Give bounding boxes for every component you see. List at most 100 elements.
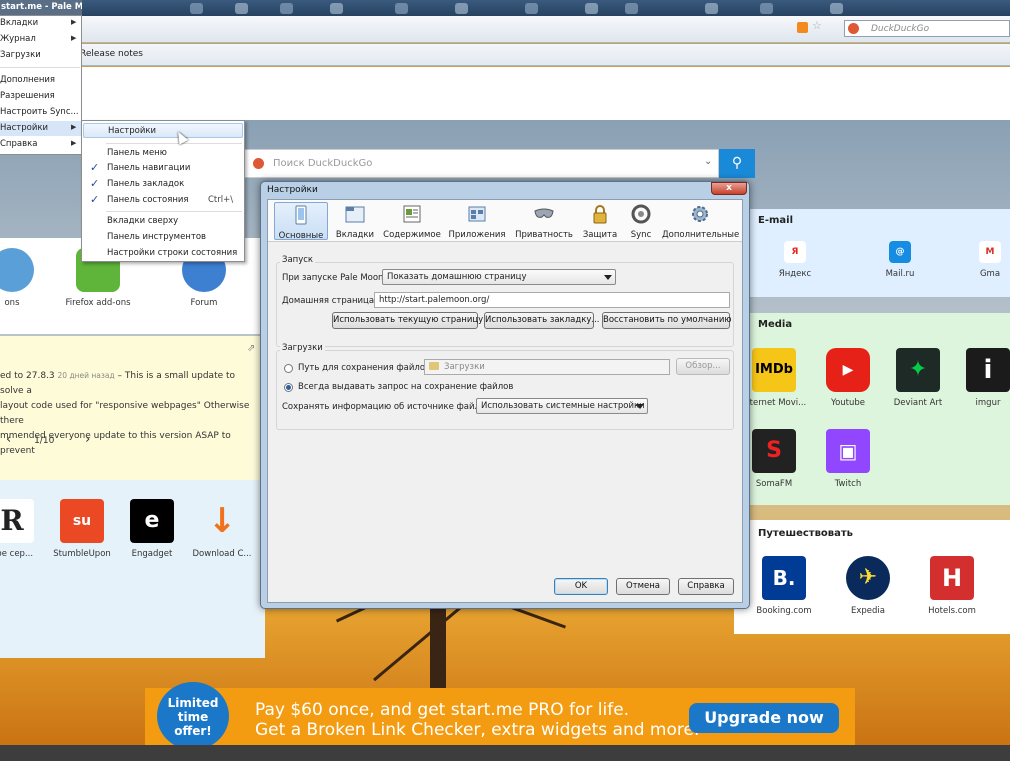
tabs-icon [345,206,365,223]
tile-mailru[interactable]: @ Mail.ru [858,241,942,279]
help-button[interactable]: Справка [678,578,734,595]
duckduckgo-icon [848,23,859,34]
source-info-select[interactable]: Использовать системные настройки [476,398,648,414]
tab-sync[interactable]: Sync [624,202,658,240]
tab-security[interactable]: Защита [580,202,620,240]
tile-yandex[interactable]: Я Яндекс [753,241,837,279]
checkmark-icon: ✓ [90,177,100,190]
chevron-down-icon[interactable]: ⌄ [704,156,712,167]
hotels-icon: H [930,556,974,600]
media-panel: Media IMDb Internet Movi... ▶ Youtube ✦ … [734,313,1010,505]
save-to-path: Загрузки [424,359,670,375]
submenu-item-toolbar-panel[interactable]: Панель инструментов [82,230,244,245]
cancel-button[interactable]: Отмена [616,578,670,595]
site-logo-icon: R [0,499,34,543]
save-to-radio[interactable] [284,364,293,373]
promo-banner[interactable]: Limited time offer! Pay $60 once, and ge… [145,682,855,750]
tab-privacy[interactable]: Приватность [512,202,576,240]
menu-item-downloads[interactable]: Загрузки [0,48,82,63]
prev-page-button[interactable]: ‹ [6,432,11,447]
browse-button[interactable]: Обзор... [676,358,730,375]
tile-ons[interactable]: ons [0,248,54,308]
submenu-item-settings[interactable]: Настройки [83,123,243,138]
taskbar [0,745,1010,761]
tab-tabs[interactable]: Вкладки [332,202,378,240]
bookmark-star-icon[interactable]: ☆ [812,19,822,32]
tab-advanced[interactable]: Дополнительные [662,202,739,240]
globe-icon [0,248,34,292]
menu-item-help[interactable]: Справка ▶ [0,137,82,152]
home-page-input[interactable]: http://start.palemoon.org/ [374,292,730,308]
dialog-title: Настройки [267,185,318,195]
tab-icon[interactable] [625,3,638,14]
tab-icon[interactable] [585,3,598,14]
tile-gmail[interactable]: M Gma [960,241,1010,279]
submenu-arrow-icon: ▶ [71,123,77,131]
youtube-icon: ▶ [826,348,870,392]
stumbleupon-icon: su [60,499,104,543]
submenu-item-nav-bar[interactable]: ✓ Панель навигации [82,161,244,176]
tab-content[interactable]: Содержимое [382,202,442,240]
tile-download[interactable]: ↓ Download C... [180,499,264,559]
submenu-item-tabs-on-top[interactable]: Вкладки сверху [82,214,244,229]
news-title[interactable]: ed to 27.8.3 [0,371,55,381]
applications-icon [468,206,486,222]
page-indicator: 1/10 [34,436,55,446]
mailru-icon: @ [889,241,911,263]
menu-item-settings[interactable]: Настройки ▶ [0,121,82,136]
search-button[interactable]: ⚲ [719,149,755,178]
tile-expedia[interactable]: ✈ Expedia [826,556,910,616]
bookmark-release-notes[interactable]: Release notes [80,49,143,59]
next-page-button[interactable]: › [85,432,90,447]
tab-icon[interactable] [525,3,538,14]
submenu-arrow-icon: ▶ [71,18,77,26]
startme-search-input[interactable]: Поиск DuckDuckGo ⌄ [244,149,719,178]
tab-applications[interactable]: Приложения [446,202,508,240]
tab-icon[interactable] [330,3,343,14]
when-starts-select[interactable]: Показать домашнюю страницу [382,269,616,285]
submenu-item-status-bar[interactable]: ✓ Панель состояния Ctrl+\ [82,193,244,208]
window-title: start.me - Pale Moon [0,0,82,15]
deviantart-icon: ✦ [896,348,940,392]
use-current-page-button[interactable]: Использовать текущую страницу [332,312,483,329]
expedia-icon: ✈ [846,556,890,600]
folder-icon [429,362,439,370]
close-button[interactable]: x [711,182,747,195]
web-search-box[interactable]: DuckDuckGo [844,20,1010,37]
home-page-label: Домашняя страница: [282,296,377,306]
tile-twitch[interactable]: ▣ Twitch [806,429,890,489]
submenu-item-menu-bar[interactable]: Панель меню [82,146,244,161]
submenu-item-bookmarks-bar[interactable]: ✓ Панель закладок [82,177,244,192]
use-bookmark-button[interactable]: Использовать закладку... [484,312,599,329]
tile-hotels[interactable]: H Hotels.com [910,556,994,616]
ok-button[interactable]: OK [554,578,608,595]
upgrade-now-button[interactable]: Upgrade now [689,703,839,733]
tree-branch [373,601,467,682]
tile-booking[interactable]: B. Booking.com [742,556,826,616]
always-ask-label: Всегда выдавать запрос на сохранение фай… [298,382,514,392]
tab-icon[interactable] [395,3,408,14]
tab-icon[interactable] [190,3,203,14]
menu-item-permissions[interactable]: Разрешения [0,89,82,104]
gear-icon [692,206,708,222]
menu-item-addons[interactable]: Дополнения [0,73,82,88]
external-link-icon[interactable]: ⇗ [247,343,255,354]
tab-general[interactable]: Основные [274,202,328,241]
always-ask-radio[interactable] [284,383,293,392]
tab-icon[interactable] [705,3,718,14]
submenu-item-status-bar-settings[interactable]: Настройки строки состояния [82,246,244,261]
tab-icon[interactable] [760,3,773,14]
tab-icon[interactable] [280,3,293,14]
menu-item-tabs[interactable]: Вкладки ▶ [0,16,82,31]
gmail-icon: M [979,241,1001,263]
tile-imgur[interactable]: i imgur [946,348,1010,408]
menu-item-sync[interactable]: Настроить Sync... [0,105,82,120]
rss-feed-icon[interactable] [797,22,808,33]
tab-icon[interactable] [235,3,248,14]
menu-item-history[interactable]: Журнал ▶ [0,32,82,47]
tab-icon[interactable] [830,3,843,14]
checkmark-icon: ✓ [90,161,100,174]
tab-icon[interactable] [455,3,468,14]
restore-default-button[interactable]: Восстановить по умолчанию [602,312,732,329]
shortcut-label: Ctrl+\ [208,195,234,205]
